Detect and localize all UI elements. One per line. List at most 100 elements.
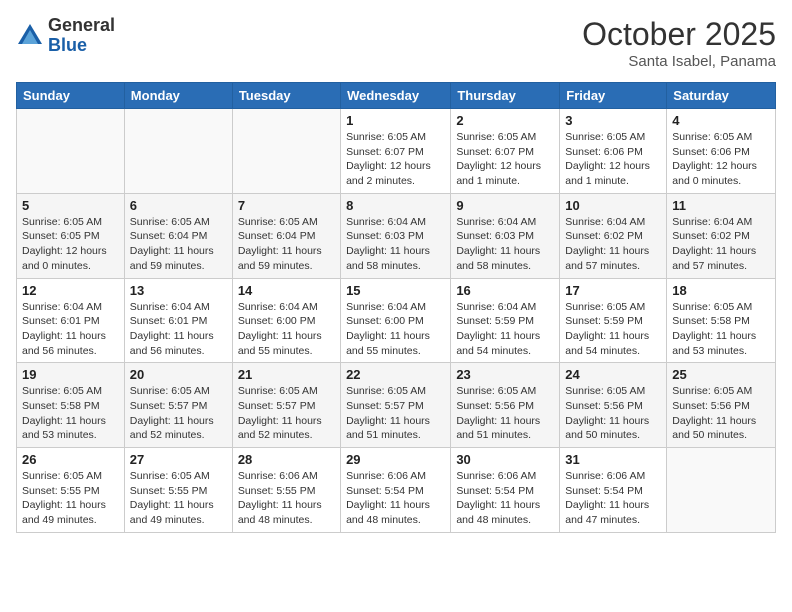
calendar-week-row: 1 Sunrise: 6:05 AM Sunset: 6:07 PM Daylig… (17, 109, 776, 194)
weekday-header-thursday: Thursday (451, 83, 560, 109)
day-info: Sunrise: 6:05 AM Sunset: 5:56 PM Dayligh… (672, 384, 770, 443)
calendar-week-row: 12Sunrise: 6:04 AM Sunset: 6:01 PM Dayli… (17, 278, 776, 363)
calendar-cell: 25 Sunrise: 6:05 AM Sunset: 5:56 PM Dayli… (667, 363, 776, 448)
calendar-cell: 18 Sunrise: 6:05 AM Sunset: 5:58 PM Dayli… (667, 278, 776, 363)
day-number: 29 (346, 452, 445, 467)
weekday-header-sunday: Sunday (17, 83, 125, 109)
day-number: 18 (672, 283, 770, 298)
calendar-cell: 7 Sunrise: 6:05 AM Sunset: 6:04 PM Daylig… (232, 193, 340, 278)
day-info: Sunrise: 6:05 AM Sunset: 5:56 PM Dayligh… (565, 384, 661, 443)
day-info: Sunrise: 6:04 AM Sunset: 6:02 PM Dayligh… (565, 215, 661, 274)
calendar-cell: 4 Sunrise: 6:05 AM Sunset: 6:06 PM Daylig… (667, 109, 776, 194)
day-number: 2 (456, 113, 554, 128)
calendar-cell: 8 Sunrise: 6:04 AM Sunset: 6:03 PM Daylig… (341, 193, 451, 278)
month-title: October 2025 (582, 16, 776, 53)
day-number: 27 (130, 452, 227, 467)
day-number: 10 (565, 198, 661, 213)
day-info: Sunrise: 6:05 AM Sunset: 6:06 PM Dayligh… (672, 130, 770, 189)
calendar-cell: 2 Sunrise: 6:05 AM Sunset: 6:07 PM Daylig… (451, 109, 560, 194)
day-number: 13 (130, 283, 227, 298)
day-info: Sunrise: 6:05 AM Sunset: 5:57 PM Dayligh… (130, 384, 227, 443)
calendar-cell: 11 Sunrise: 6:04 AM Sunset: 6:02 PM Dayli… (667, 193, 776, 278)
day-number: 31 (565, 452, 661, 467)
day-number: 8 (346, 198, 445, 213)
day-info: Sunrise: 6:04 AM Sunset: 6:02 PM Dayligh… (672, 215, 770, 274)
weekday-header-monday: Monday (124, 83, 232, 109)
day-number: 16 (456, 283, 554, 298)
calendar-cell: 22 Sunrise: 6:05 AM Sunset: 5:57 PM Dayli… (341, 363, 451, 448)
day-number: 26 (22, 452, 119, 467)
calendar-cell: 30Sunrise: 6:06 AM Sunset: 5:54 PM Dayli… (451, 448, 560, 533)
day-number: 24 (565, 367, 661, 382)
day-info: Sunrise: 6:05 AM Sunset: 5:58 PM Dayligh… (672, 300, 770, 359)
day-info: Sunrise: 6:05 AM Sunset: 5:57 PM Dayligh… (238, 384, 335, 443)
weekday-header-saturday: Saturday (667, 83, 776, 109)
title-block: October 2025 Santa Isabel, Panama (582, 16, 776, 70)
calendar-cell: 16 Sunrise: 6:04 AM Sunset: 5:59 PM Dayli… (451, 278, 560, 363)
calendar-cell (667, 448, 776, 533)
calendar-cell: 3Sunrise: 6:05 AM Sunset: 6:06 PM Daylig… (560, 109, 667, 194)
calendar-cell: 26 Sunrise: 6:05 AM Sunset: 5:55 PM Dayli… (17, 448, 125, 533)
day-info: Sunrise: 6:05 AM Sunset: 5:57 PM Dayligh… (346, 384, 445, 443)
day-info: Sunrise: 6:05 AM Sunset: 6:04 PM Dayligh… (238, 215, 335, 274)
logo-text: General Blue (48, 16, 115, 56)
day-number: 19 (22, 367, 119, 382)
weekday-header-tuesday: Tuesday (232, 83, 340, 109)
day-info: Sunrise: 6:05 AM Sunset: 6:05 PM Dayligh… (22, 215, 119, 274)
day-number: 11 (672, 198, 770, 213)
calendar-cell: 9 Sunrise: 6:04 AM Sunset: 6:03 PM Daylig… (451, 193, 560, 278)
calendar-cell: 24 Sunrise: 6:05 AM Sunset: 5:56 PM Dayli… (560, 363, 667, 448)
day-info: Sunrise: 6:04 AM Sunset: 6:03 PM Dayligh… (346, 215, 445, 274)
calendar-cell: 14Sunrise: 6:04 AM Sunset: 6:00 PM Dayli… (232, 278, 340, 363)
day-number: 20 (130, 367, 227, 382)
day-info: Sunrise: 6:04 AM Sunset: 6:03 PM Dayligh… (456, 215, 554, 274)
calendar-week-row: 5 Sunrise: 6:05 AM Sunset: 6:05 PM Daylig… (17, 193, 776, 278)
calendar-cell: 6Sunrise: 6:05 AM Sunset: 6:04 PM Daylig… (124, 193, 232, 278)
day-info: Sunrise: 6:05 AM Sunset: 6:06 PM Dayligh… (565, 130, 661, 189)
day-info: Sunrise: 6:04 AM Sunset: 6:01 PM Dayligh… (22, 300, 119, 359)
day-number: 28 (238, 452, 335, 467)
logo-general: General (48, 15, 115, 35)
day-info: Sunrise: 6:05 AM Sunset: 6:04 PM Dayligh… (130, 215, 227, 274)
weekday-header-wednesday: Wednesday (341, 83, 451, 109)
day-info: Sunrise: 6:05 AM Sunset: 6:07 PM Dayligh… (456, 130, 554, 189)
calendar-cell: 23Sunrise: 6:05 AM Sunset: 5:56 PM Dayli… (451, 363, 560, 448)
calendar-cell: 31 Sunrise: 6:06 AM Sunset: 5:54 PM Dayli… (560, 448, 667, 533)
day-number: 5 (22, 198, 119, 213)
calendar-cell: 5 Sunrise: 6:05 AM Sunset: 6:05 PM Daylig… (17, 193, 125, 278)
day-info: Sunrise: 6:04 AM Sunset: 6:00 PM Dayligh… (238, 300, 335, 359)
day-info: Sunrise: 6:06 AM Sunset: 5:54 PM Dayligh… (565, 469, 661, 528)
day-number: 9 (456, 198, 554, 213)
calendar-cell (124, 109, 232, 194)
day-info: Sunrise: 6:06 AM Sunset: 5:55 PM Dayligh… (238, 469, 335, 528)
calendar-table: SundayMondayTuesdayWednesdayThursdayFrid… (16, 82, 776, 533)
day-number: 21 (238, 367, 335, 382)
calendar-cell: 20 Sunrise: 6:05 AM Sunset: 5:57 PM Dayli… (124, 363, 232, 448)
day-number: 17 (565, 283, 661, 298)
day-number: 25 (672, 367, 770, 382)
day-info: Sunrise: 6:05 AM Sunset: 5:59 PM Dayligh… (565, 300, 661, 359)
day-number: 4 (672, 113, 770, 128)
day-info: Sunrise: 6:06 AM Sunset: 5:54 PM Dayligh… (346, 469, 445, 528)
day-info: Sunrise: 6:06 AM Sunset: 5:54 PM Dayligh… (456, 469, 554, 528)
calendar-week-row: 19 Sunrise: 6:05 AM Sunset: 5:58 PM Dayli… (17, 363, 776, 448)
day-number: 7 (238, 198, 335, 213)
calendar-week-row: 26 Sunrise: 6:05 AM Sunset: 5:55 PM Dayli… (17, 448, 776, 533)
weekday-header-friday: Friday (560, 83, 667, 109)
day-number: 1 (346, 113, 445, 128)
day-info: Sunrise: 6:05 AM Sunset: 5:58 PM Dayligh… (22, 384, 119, 443)
day-info: Sunrise: 6:05 AM Sunset: 5:55 PM Dayligh… (22, 469, 119, 528)
calendar-cell: 19 Sunrise: 6:05 AM Sunset: 5:58 PM Dayli… (17, 363, 125, 448)
day-info: Sunrise: 6:04 AM Sunset: 5:59 PM Dayligh… (456, 300, 554, 359)
day-info: Sunrise: 6:04 AM Sunset: 6:00 PM Dayligh… (346, 300, 445, 359)
calendar-cell: 15Sunrise: 6:04 AM Sunset: 6:00 PM Dayli… (341, 278, 451, 363)
day-info: Sunrise: 6:05 AM Sunset: 5:55 PM Dayligh… (130, 469, 227, 528)
page-header: General Blue October 2025 Santa Isabel, … (16, 16, 776, 70)
day-number: 22 (346, 367, 445, 382)
logo-icon (16, 22, 44, 50)
calendar-cell: 12Sunrise: 6:04 AM Sunset: 6:01 PM Dayli… (17, 278, 125, 363)
calendar-cell (232, 109, 340, 194)
calendar-cell: 1Sunrise: 6:05 AM Sunset: 6:07 PM Daylig… (341, 109, 451, 194)
logo: General Blue (16, 16, 115, 56)
weekday-header-row: SundayMondayTuesdayWednesdayThursdayFrid… (17, 83, 776, 109)
